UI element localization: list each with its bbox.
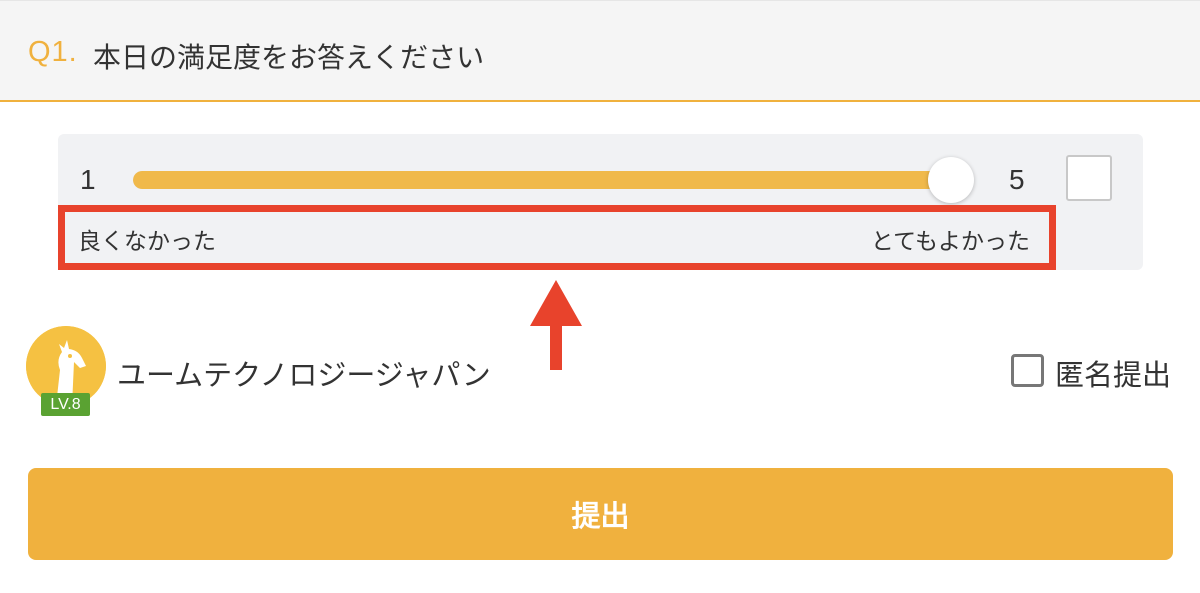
submit-button[interactable]: 提出 (28, 468, 1173, 560)
user-name: ユームテクノロジージャパン (117, 358, 491, 392)
rating-slider-track[interactable] (133, 171, 961, 189)
rating-slider-thumb[interactable] (928, 157, 974, 203)
slider-max-label: 5 (1009, 164, 1025, 195)
slider-min-label: 1 (80, 164, 96, 195)
slider-max-description: とてもよかった (870, 229, 1030, 255)
question-text: 本日の満足度をお答えください (93, 41, 485, 74)
question-number: Q1. (28, 36, 78, 68)
rating-slider-fill (133, 171, 961, 189)
slider-min-description: 良くなかった (78, 229, 216, 255)
anonymous-label[interactable]: 匿名提出 (1055, 352, 1171, 394)
slider-checkbox[interactable] (1066, 155, 1112, 201)
level-badge: LV.8 (41, 393, 90, 416)
up-arrow-icon (530, 280, 582, 370)
anonymous-checkbox[interactable] (1011, 354, 1044, 387)
question-header: Q1. 本日の満足度をお答えください (0, 0, 1200, 102)
